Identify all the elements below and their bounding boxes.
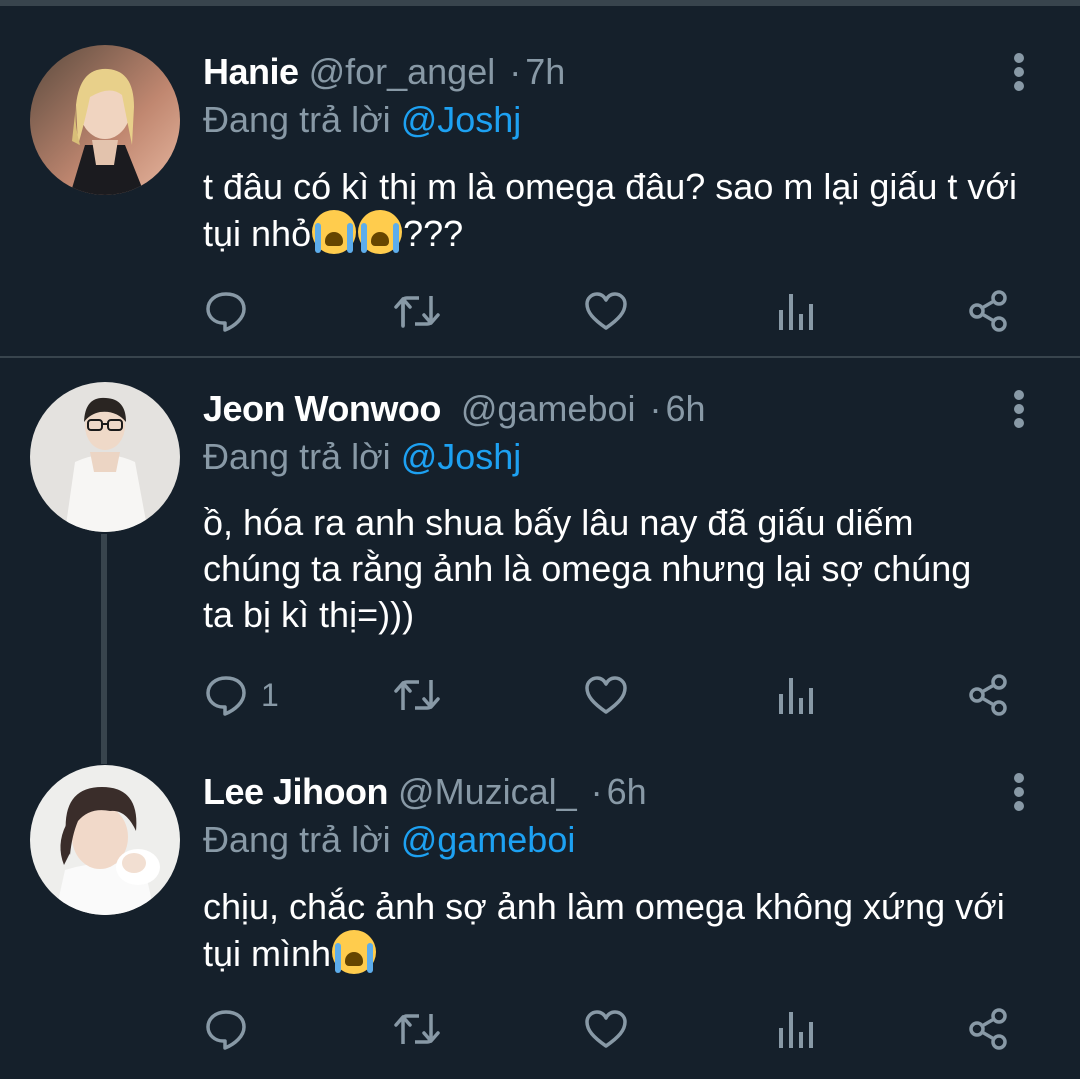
more-vertical-icon[interactable] [1006, 385, 1032, 433]
reply-button[interactable]: 1 [203, 670, 279, 720]
tweet-text-content: ồ, hóa ra anh shua bấy lâu nay đã giấu d… [203, 502, 972, 635]
like-button[interactable] [583, 670, 629, 720]
share-button[interactable] [965, 286, 1011, 336]
reply-icon [206, 1010, 246, 1050]
retweet-icon [394, 296, 440, 328]
share-icon [969, 1008, 1007, 1050]
tweet-header: Lee Jihoon @Muzical_ · 6h [203, 768, 647, 816]
loudly-crying-face-icon [358, 210, 403, 254]
like-button[interactable] [583, 1004, 629, 1054]
tweet-jeon-wonwoo[interactable]: Jeon Wonwoo @gameboi · 6h Đang trả lời @J… [0, 358, 1080, 764]
loudly-crying-face-icon [312, 210, 357, 254]
reply-mention-link[interactable]: @Joshj [401, 99, 522, 140]
analytics-button[interactable] [777, 670, 817, 720]
avatar-hanie[interactable] [30, 45, 180, 195]
display-name[interactable]: Hanie [203, 51, 299, 92]
loudly-crying-face-icon [332, 930, 377, 974]
analytics-button[interactable] [777, 1004, 817, 1054]
timestamp[interactable]: 7h [525, 51, 565, 92]
share-button[interactable] [965, 1004, 1011, 1054]
share-icon [969, 674, 1007, 716]
display-name[interactable]: Lee Jihoon [203, 771, 389, 812]
user-handle[interactable]: @gameboi [461, 388, 636, 429]
like-button[interactable] [583, 286, 629, 336]
reply-button[interactable] [203, 1004, 249, 1054]
reply-mention-link[interactable]: @gameboi [401, 819, 576, 860]
heart-icon [585, 292, 627, 330]
replying-to-label: Đang trả lời [203, 99, 391, 140]
more-vertical-icon[interactable] [1006, 48, 1032, 96]
retweet-button[interactable] [393, 1004, 441, 1054]
replying-to: Đang trả lời @Joshj [203, 96, 521, 144]
timestamp[interactable]: 6h [607, 771, 647, 812]
avatar-jeon-wonwoo[interactable] [30, 382, 180, 532]
reply-button[interactable] [203, 286, 249, 336]
retweet-button[interactable] [393, 286, 441, 336]
replying-to: Đang trả lời @Joshj [203, 433, 521, 481]
user-handle[interactable]: @Muzical_ [398, 771, 577, 812]
tweet-lee-jihoon[interactable]: Lee Jihoon @Muzical_ · 6h Đang trả lời @g… [0, 738, 1080, 1079]
heart-icon [585, 676, 627, 714]
display-name[interactable]: Jeon Wonwoo [203, 388, 441, 429]
reply-mention-link[interactable]: @Joshj [401, 436, 522, 477]
tweet-text: chịu, chắc ảnh sợ ảnh làm omega không xứ… [203, 884, 1033, 977]
tweet-text: t đâu có kì thị m là omega đâu? sao m lạ… [203, 164, 1043, 257]
timestamp[interactable]: 6h [666, 388, 706, 429]
retweet-button[interactable] [393, 670, 441, 720]
tweet-actions: 1 [203, 670, 1023, 720]
analytics-button[interactable] [777, 286, 817, 336]
analytics-icon [779, 294, 813, 330]
reply-icon [206, 292, 246, 332]
share-button[interactable] [965, 670, 1011, 720]
tweet-text-content: chịu, chắc ảnh sợ ảnh làm omega không xứ… [203, 886, 1005, 974]
reply-icon [206, 676, 246, 716]
tweet-hanie[interactable]: Hanie @for_angel · 7h Đang trả lời @Joshj… [0, 0, 1080, 356]
tweet-header: Jeon Wonwoo @gameboi · 6h [203, 385, 706, 433]
more-vertical-icon[interactable] [1006, 768, 1032, 816]
heart-icon [585, 1010, 627, 1048]
separator-dot: · [590, 771, 603, 812]
analytics-icon [779, 678, 813, 714]
tweet-text-suffix: ??? [403, 213, 464, 254]
replying-to-label: Đang trả lời [203, 436, 391, 477]
tweet-header: Hanie @for_angel · 7h [203, 48, 565, 96]
retweet-icon [394, 1014, 440, 1044]
thread-connector [101, 534, 107, 764]
share-icon [969, 290, 1007, 332]
replying-to-label: Đang trả lời [203, 819, 391, 860]
tweet-actions [203, 286, 1023, 336]
replying-to: Đang trả lời @gameboi [203, 816, 575, 864]
avatar-lee-jihoon[interactable] [30, 765, 180, 915]
analytics-icon [779, 1012, 813, 1048]
user-handle[interactable]: @for_angel [309, 51, 496, 92]
separator-dot: · [649, 388, 662, 429]
tweet-text: ồ, hóa ra anh shua bấy lâu nay đã giấu d… [203, 500, 1003, 638]
retweet-icon [394, 680, 440, 710]
reply-count: 1 [261, 676, 279, 713]
separator-dot: · [509, 51, 522, 92]
tweet-actions [203, 1004, 1023, 1054]
